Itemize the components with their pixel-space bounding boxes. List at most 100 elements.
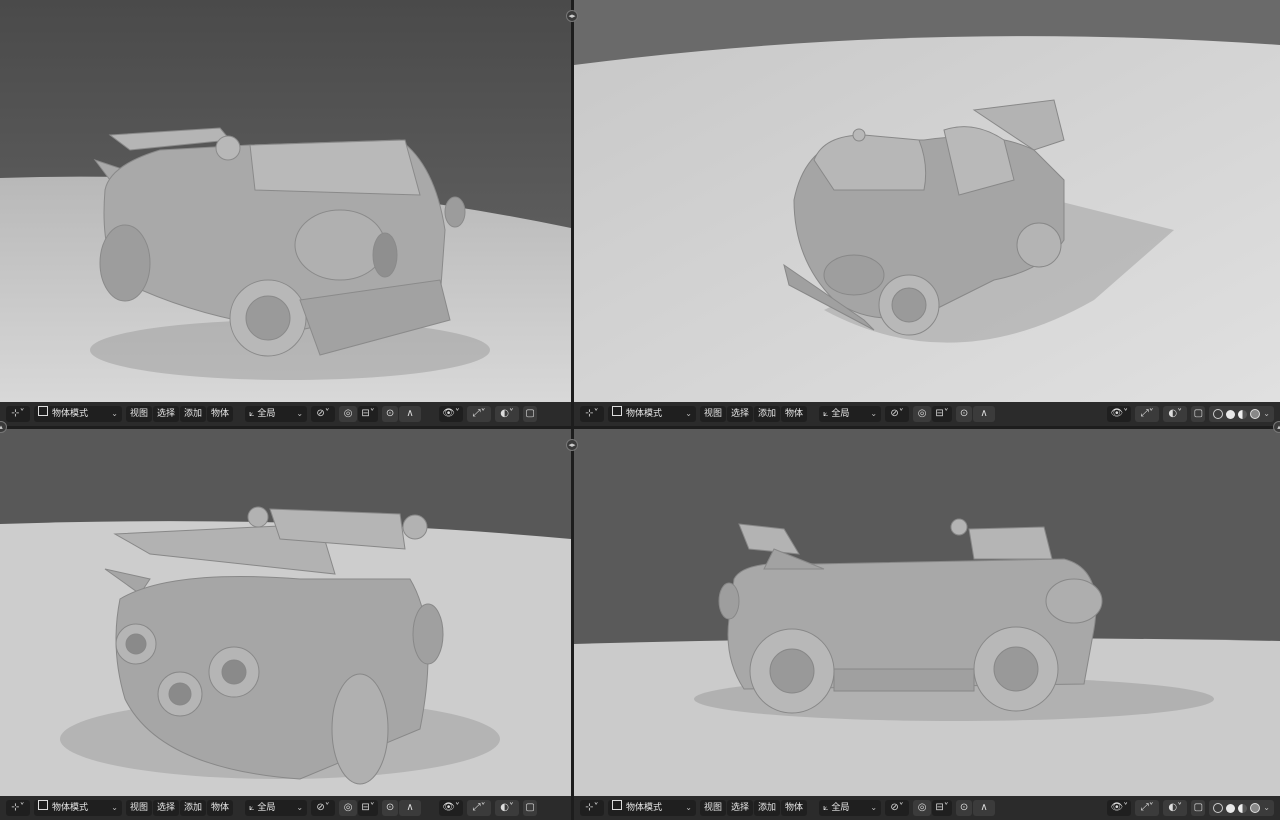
mode-selector[interactable]: 物体模式 ⌄ bbox=[608, 800, 696, 816]
snap-toggle[interactable]: ◎ bbox=[339, 406, 358, 422]
falloff-curve-icon: ∧ bbox=[406, 408, 414, 419]
mode-selector[interactable]: 物体模式 ⌄ bbox=[34, 406, 122, 422]
xray-icon: ▢ bbox=[525, 802, 535, 813]
proportional-group: ⊙ ∧ bbox=[382, 406, 422, 422]
pivot-point-icon: ⊘˅ bbox=[316, 408, 330, 419]
solid-shading-icon[interactable] bbox=[1226, 803, 1236, 813]
material-shading-icon[interactable] bbox=[1238, 409, 1248, 419]
rendered-shading-icon[interactable] bbox=[1250, 803, 1261, 813]
area-split-handle-right[interactable]: ▴ bbox=[1273, 421, 1280, 433]
xray-button[interactable]: ▢ bbox=[1191, 406, 1206, 422]
rendered-shading-icon[interactable] bbox=[1250, 409, 1261, 419]
viewport-top-right[interactable]: ⊹˅ 物体模式 ⌄ 视图 选择 添加 物体 ⟀ 全局 ⌄ ⊘˅ ◎ ⊟˅ ⊙ ∧ 👁… bbox=[574, 0, 1280, 426]
overlay-button[interactable]: ◐˅ bbox=[1163, 406, 1188, 422]
visibility-button[interactable]: 👁˅ bbox=[1107, 406, 1132, 422]
orientation-selector[interactable]: ⟀ 全局 ⌄ bbox=[245, 800, 308, 816]
proportional-toggle[interactable]: ⊙ bbox=[382, 406, 399, 422]
menu-add[interactable]: 添加 bbox=[754, 800, 781, 816]
overlay-button[interactable]: ◐˅ bbox=[495, 406, 520, 422]
snap-group: ◎ ⊟˅ bbox=[339, 800, 379, 816]
viewport-bottom-right[interactable]: ⊹˅ 物体模式 ⌄ 视图 选择 添加 物体 ⟀ 全局 ⌄ ⊘˅ ◎ ⊟˅ ⊙ ∧ 👁… bbox=[574, 429, 1280, 820]
menu-add[interactable]: 添加 bbox=[180, 406, 207, 422]
falloff-button[interactable]: ∧ bbox=[399, 800, 422, 816]
wireframe-shading-icon[interactable] bbox=[1213, 409, 1224, 419]
wireframe-shading-icon[interactable] bbox=[1213, 803, 1224, 813]
proportional-toggle[interactable]: ⊙ bbox=[956, 800, 973, 816]
menu-select[interactable]: 选择 bbox=[153, 800, 180, 816]
proportional-toggle[interactable]: ⊙ bbox=[382, 800, 399, 816]
editor-type-icon: ⊹˅ bbox=[11, 408, 25, 419]
viewport-top-left[interactable]: ⊹˅ 物体模式 ⌄ 视图 选择 添加 物体 ⟀ 全局 ⌄ ⊘˅ ◎ ⊟˅ ⊙ ∧ 👁… bbox=[0, 0, 571, 426]
gizmo-button[interactable]: ⤢˅ bbox=[467, 406, 492, 422]
snap-options[interactable]: ⊟˅ bbox=[932, 406, 953, 422]
snap-toggle[interactable]: ◎ bbox=[339, 800, 358, 816]
gizmo-button[interactable]: ⤢˅ bbox=[1135, 800, 1160, 816]
visibility-button[interactable]: 👁˅ bbox=[439, 406, 464, 422]
menu-view[interactable]: 视图 bbox=[700, 406, 727, 422]
overlay-button[interactable]: ◐˅ bbox=[1163, 800, 1188, 816]
shading-mode-group: ⌄ bbox=[1209, 800, 1274, 816]
object-visibility-icon: 👁˅ bbox=[442, 802, 460, 813]
orientation-selector[interactable]: ⟀ 全局 ⌄ bbox=[819, 406, 882, 422]
falloff-button[interactable]: ∧ bbox=[973, 406, 996, 422]
proportional-toggle[interactable]: ⊙ bbox=[956, 406, 973, 422]
snap-options[interactable]: ⊟˅ bbox=[358, 800, 379, 816]
menu-select[interactable]: 选择 bbox=[727, 406, 754, 422]
pivot-point-button[interactable]: ⊘˅ bbox=[885, 800, 910, 816]
editor-type-button[interactable]: ⊹˅ bbox=[580, 800, 604, 816]
pivot-point-button[interactable]: ⊘˅ bbox=[885, 406, 910, 422]
xray-button[interactable]: ▢ bbox=[1191, 800, 1206, 816]
solid-shading-icon[interactable] bbox=[1226, 409, 1236, 419]
snap-options[interactable]: ⊟˅ bbox=[358, 406, 379, 422]
pivot-point-button[interactable]: ⊘˅ bbox=[311, 800, 336, 816]
menu-view[interactable]: 视图 bbox=[126, 800, 153, 816]
menu-object[interactable]: 物体 bbox=[207, 406, 234, 422]
chevron-down-icon: ⌄ bbox=[296, 409, 304, 418]
header-menus: 视图 选择 添加 物体 bbox=[700, 800, 808, 816]
menu-object[interactable]: 物体 bbox=[781, 406, 808, 422]
menu-select[interactable]: 选择 bbox=[727, 800, 754, 816]
mode-selector[interactable]: 物体模式 ⌄ bbox=[34, 800, 122, 816]
falloff-button[interactable]: ∧ bbox=[399, 406, 422, 422]
area-split-handle-bottom[interactable]: ◂▸ bbox=[566, 439, 578, 451]
overlay-icon: ◐˅ bbox=[1168, 802, 1183, 813]
menu-view[interactable]: 视图 bbox=[126, 406, 153, 422]
xray-button[interactable]: ▢ bbox=[523, 800, 538, 816]
snap-toggle[interactable]: ◎ bbox=[913, 406, 932, 422]
editor-type-icon: ⊹˅ bbox=[11, 802, 25, 813]
falloff-button[interactable]: ∧ bbox=[973, 800, 996, 816]
viewport-bottom-left[interactable]: ⊹˅ 物体模式 ⌄ 视图 选择 添加 物体 ⟀ 全局 ⌄ ⊘˅ ◎ ⊟˅ ⊙ ∧ 👁… bbox=[0, 429, 571, 820]
xray-button[interactable]: ▢ bbox=[523, 406, 538, 422]
object-visibility-icon: 👁˅ bbox=[1110, 408, 1129, 419]
menu-object[interactable]: 物体 bbox=[781, 800, 808, 816]
mode-selector[interactable]: 物体模式 ⌄ bbox=[608, 406, 696, 422]
orientation-selector[interactable]: ⟀ 全局 ⌄ bbox=[819, 800, 882, 816]
menu-add[interactable]: 添加 bbox=[754, 406, 781, 422]
gizmo-button[interactable]: ⤢˅ bbox=[1135, 406, 1160, 422]
chevron-down-icon[interactable]: ⌄ bbox=[1263, 406, 1270, 422]
menu-object[interactable]: 物体 bbox=[207, 800, 234, 816]
overlay-button[interactable]: ◐˅ bbox=[495, 800, 520, 816]
menu-add[interactable]: 添加 bbox=[180, 800, 207, 816]
snap-options[interactable]: ⊟˅ bbox=[932, 800, 953, 816]
object-visibility-icon: 👁˅ bbox=[442, 408, 460, 419]
visibility-button[interactable]: 👁˅ bbox=[439, 800, 464, 816]
chevron-down-icon[interactable]: ⌄ bbox=[1263, 800, 1270, 816]
editor-type-button[interactable]: ⊹˅ bbox=[6, 406, 30, 422]
visibility-button[interactable]: 👁˅ bbox=[1107, 800, 1132, 816]
menu-select[interactable]: 选择 bbox=[153, 406, 180, 422]
menu-view[interactable]: 视图 bbox=[700, 800, 727, 816]
header-menus: 视图 选择 添加 物体 bbox=[126, 800, 234, 816]
snap-icon: ◎ bbox=[917, 408, 927, 419]
material-shading-icon[interactable] bbox=[1238, 803, 1248, 813]
pivot-point-button[interactable]: ⊘˅ bbox=[311, 406, 336, 422]
chevron-down-icon: ⌄ bbox=[111, 409, 118, 418]
area-split-handle-top[interactable]: ◂▸ bbox=[566, 10, 578, 22]
snap-toggle[interactable]: ◎ bbox=[913, 800, 932, 816]
editor-type-button[interactable]: ⊹˅ bbox=[580, 406, 604, 422]
orientation-selector[interactable]: ⟀ 全局 ⌄ bbox=[245, 406, 308, 422]
editor-type-button[interactable]: ⊹˅ bbox=[6, 800, 30, 816]
chevron-down-icon: ⌄ bbox=[296, 803, 304, 812]
gizmo-button[interactable]: ⤢˅ bbox=[467, 800, 492, 816]
snap-icon: ◎ bbox=[343, 802, 353, 813]
